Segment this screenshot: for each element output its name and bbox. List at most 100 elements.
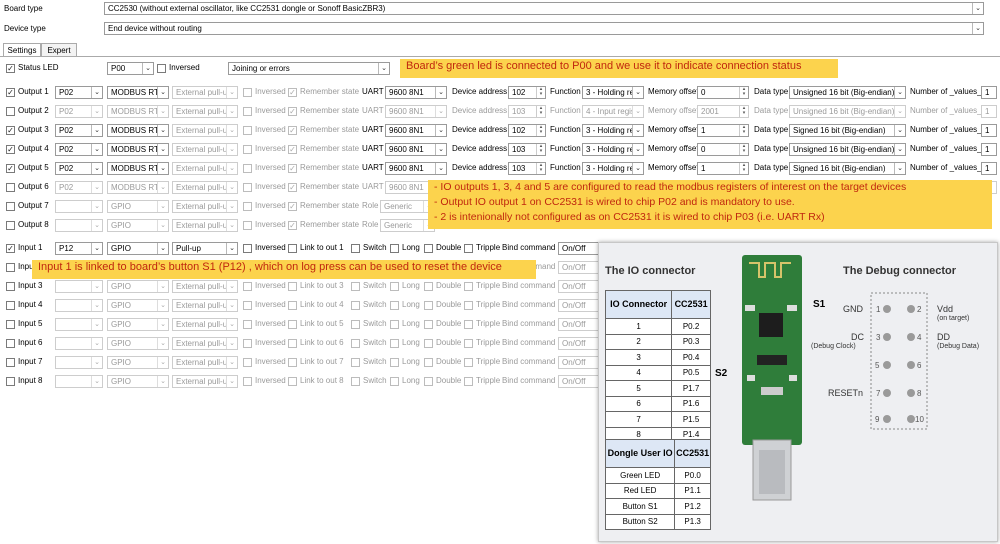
chevron-down-icon[interactable]: ⌄ bbox=[142, 63, 153, 74]
data-type-select[interactable]: Signed 16 bit (Big-endian) ⌄ bbox=[789, 124, 906, 137]
status-led-inversed-checkbox[interactable] bbox=[157, 64, 166, 73]
output-enable-checkbox[interactable] bbox=[6, 107, 15, 116]
data-type-select[interactable]: Unsigned 16 bit (Big-endian) ⌄ bbox=[789, 143, 906, 156]
output-inversed-checkbox[interactable] bbox=[243, 107, 252, 116]
spin-arrows-icon[interactable]: ▴ ▾ bbox=[739, 163, 748, 174]
output-pin-select[interactable]: P02 ⌄ bbox=[55, 86, 103, 99]
output-mode-select[interactable]: MODBUS RT ⌄ bbox=[107, 86, 169, 99]
output-mode-select[interactable]: GPIO ⌄ bbox=[107, 200, 169, 213]
chevron-down-icon[interactable]: ⌄ bbox=[157, 106, 168, 117]
number-of-values-input[interactable]: 1 bbox=[981, 86, 997, 99]
chevron-down-icon[interactable]: ⌄ bbox=[226, 243, 237, 254]
input-pull-select[interactable]: External pull-up⌄ bbox=[172, 337, 238, 350]
memory-offset-input[interactable]: 1 ▴ ▾ bbox=[697, 162, 749, 175]
output-inversed-checkbox[interactable] bbox=[243, 221, 252, 230]
chevron-down-icon[interactable]: ⌄ bbox=[226, 144, 237, 155]
output-role-select[interactable]: Generic⌄ bbox=[380, 219, 435, 232]
input-mode-select[interactable]: GPIO ⌄ bbox=[107, 299, 169, 312]
chevron-down-icon[interactable]: ⌄ bbox=[226, 163, 237, 174]
chevron-down-icon[interactable]: ⌄ bbox=[226, 106, 237, 117]
input-enable-checkbox[interactable] bbox=[6, 339, 15, 348]
number-of-values-input[interactable]: 1 bbox=[981, 124, 997, 137]
spin-arrows-icon[interactable]: ▴ ▾ bbox=[739, 125, 748, 136]
chevron-down-icon[interactable]: ⌄ bbox=[91, 163, 102, 174]
status-led-checkbox[interactable]: ✓ bbox=[6, 64, 15, 73]
chevron-down-icon[interactable]: ⌄ bbox=[91, 281, 102, 292]
input-pin-select[interactable]: ⌄ bbox=[55, 280, 103, 293]
chevron-down-icon[interactable]: ⌄ bbox=[632, 163, 643, 174]
chevron-down-icon[interactable]: ⌄ bbox=[226, 338, 237, 349]
input-inversed-checkbox[interactable] bbox=[243, 301, 252, 310]
number-of-values-input[interactable]: 1 bbox=[981, 143, 997, 156]
output-enable-checkbox[interactable] bbox=[6, 183, 15, 192]
input-double-checkbox[interactable] bbox=[424, 282, 433, 291]
spin-arrows-icon[interactable]: ▴ ▾ bbox=[739, 144, 748, 155]
device-address-input[interactable]: 103 ▴ ▾ bbox=[508, 143, 546, 156]
device-address-input[interactable]: 103 ▴ ▾ bbox=[508, 105, 546, 118]
output-inversed-checkbox[interactable] bbox=[243, 183, 252, 192]
number-of-values-input[interactable]: 1 bbox=[981, 105, 997, 118]
output-inversed-checkbox[interactable] bbox=[243, 164, 252, 173]
chevron-down-icon[interactable]: ⌄ bbox=[632, 125, 643, 136]
input-tripple-checkbox[interactable] bbox=[464, 244, 473, 253]
input-enable-checkbox[interactable] bbox=[6, 301, 15, 310]
output-mode-select[interactable]: MODBUS RT ⌄ bbox=[107, 143, 169, 156]
device-address-input[interactable]: 103 ▴ ▾ bbox=[508, 162, 546, 175]
output-enable-checkbox[interactable]: ✓ bbox=[6, 126, 15, 135]
input-link-checkbox[interactable] bbox=[288, 339, 297, 348]
chevron-down-icon[interactable]: ⌄ bbox=[157, 87, 168, 98]
function-select[interactable]: 4 - Input regist ⌄ bbox=[582, 105, 644, 118]
output-inversed-checkbox[interactable] bbox=[243, 145, 252, 154]
input-link-checkbox[interactable] bbox=[288, 358, 297, 367]
chevron-down-icon[interactable]: ⌄ bbox=[435, 87, 446, 98]
input-switch-checkbox[interactable] bbox=[351, 244, 360, 253]
spin-arrows-icon[interactable]: ▴ ▾ bbox=[536, 144, 545, 155]
input-long-checkbox[interactable] bbox=[390, 339, 399, 348]
output-mode-select[interactable]: MODBUS RT ⌄ bbox=[107, 162, 169, 175]
input-double-checkbox[interactable] bbox=[424, 339, 433, 348]
chevron-down-icon[interactable]: ⌄ bbox=[157, 243, 168, 254]
input-double-checkbox[interactable] bbox=[424, 358, 433, 367]
output-pull-select[interactable]: External pull-up ⌄ bbox=[172, 105, 238, 118]
output-pin-select[interactable]: ⌄ bbox=[55, 219, 103, 232]
chevron-down-icon[interactable]: ⌄ bbox=[435, 163, 446, 174]
output-remember-checkbox[interactable]: ✓ bbox=[288, 202, 297, 211]
output-enable-checkbox[interactable]: ✓ bbox=[6, 145, 15, 154]
input-enable-checkbox[interactable] bbox=[6, 263, 15, 272]
output-enable-checkbox[interactable]: ✓ bbox=[6, 88, 15, 97]
input-pull-select[interactable]: Pull-up ⌄ bbox=[172, 242, 238, 255]
input-long-checkbox[interactable] bbox=[390, 320, 399, 329]
output-mode-select[interactable]: MODBUS RT ⌄ bbox=[107, 181, 169, 194]
spin-arrows-icon[interactable]: ▴ ▾ bbox=[536, 87, 545, 98]
number-of-values-input[interactable]: 1 bbox=[981, 162, 997, 175]
chevron-down-icon[interactable]: ⌄ bbox=[157, 319, 168, 330]
input-long-checkbox[interactable] bbox=[390, 358, 399, 367]
input-long-checkbox[interactable] bbox=[390, 244, 399, 253]
output-remember-checkbox[interactable]: ✓ bbox=[288, 126, 297, 135]
chevron-down-icon[interactable]: ⌄ bbox=[226, 201, 237, 212]
chevron-down-icon[interactable]: ⌄ bbox=[435, 106, 446, 117]
output-pull-select[interactable]: External pull-up ⌄ bbox=[172, 143, 238, 156]
status-led-mode-select[interactable]: Joining or errors ⌄ bbox=[228, 62, 390, 75]
input-enable-checkbox[interactable]: ✓ bbox=[6, 244, 15, 253]
board-type-select[interactable]: CC2530 (without external oscillator, lik… bbox=[104, 2, 984, 15]
input-mode-select[interactable]: GPIO ⌄ bbox=[107, 318, 169, 331]
output-mode-select[interactable]: MODBUS RT ⌄ bbox=[107, 124, 169, 137]
chevron-down-icon[interactable]: ⌄ bbox=[157, 144, 168, 155]
input-inversed-checkbox[interactable] bbox=[243, 282, 252, 291]
chevron-down-icon[interactable]: ⌄ bbox=[91, 243, 102, 254]
input-mode-select[interactable]: GPIO ⌄ bbox=[107, 337, 169, 350]
chevron-down-icon[interactable]: ⌄ bbox=[91, 144, 102, 155]
chevron-down-icon[interactable]: ⌄ bbox=[91, 220, 102, 231]
chevron-down-icon[interactable]: ⌄ bbox=[226, 182, 237, 193]
chevron-down-icon[interactable]: ⌄ bbox=[91, 201, 102, 212]
input-link-checkbox[interactable] bbox=[288, 377, 297, 386]
input-enable-checkbox[interactable] bbox=[6, 282, 15, 291]
input-pull-select[interactable]: External pull-up⌄ bbox=[172, 318, 238, 331]
spin-arrows-icon[interactable]: ▴ ▾ bbox=[536, 125, 545, 136]
function-select[interactable]: 3 - Holding reg ⌄ bbox=[582, 124, 644, 137]
chevron-down-icon[interactable]: ⌄ bbox=[894, 87, 905, 98]
input-long-checkbox[interactable] bbox=[390, 301, 399, 310]
input-mode-select[interactable]: GPIO ⌄ bbox=[107, 356, 169, 369]
output-pin-select[interactable]: P02 ⌄ bbox=[55, 105, 103, 118]
